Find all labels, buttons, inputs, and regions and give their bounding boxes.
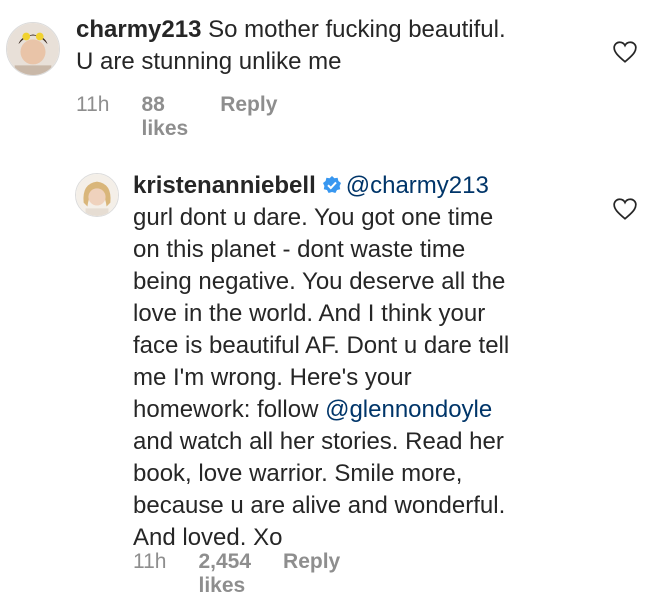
comment-text: U are stunning unlike me	[76, 48, 342, 75]
verified-badge-icon	[322, 176, 341, 193]
comment-meta: 11h 2,454 likes Reply	[133, 550, 340, 598]
comment-time: 11h	[76, 93, 110, 116]
comment-username[interactable]: kristenanniebell	[133, 172, 316, 199]
avatar-image	[7, 23, 59, 75]
heart-icon[interactable]	[612, 197, 638, 221]
comment-text: gurl dont u dare. You got one time	[133, 204, 494, 231]
comment-text: love in the world. And I think your	[133, 300, 486, 327]
reply-button[interactable]: Reply	[283, 550, 340, 598]
comment-text: face is beautiful AF. Dont u dare tell	[133, 332, 510, 359]
avatar[interactable]	[75, 173, 119, 217]
heart-icon[interactable]	[612, 40, 638, 64]
comment-text: because u are alive and wonderful.	[133, 492, 506, 519]
mention-link[interactable]: @charmy213	[346, 172, 489, 199]
avatar[interactable]	[6, 22, 60, 76]
comment-text: and watch all her stories. Read her	[133, 428, 504, 455]
comment-text: homework: follow	[133, 396, 326, 423]
avatar-image	[76, 174, 118, 216]
reply-button[interactable]: Reply	[220, 93, 277, 141]
comment-text: So mother fucking beautiful.	[208, 16, 506, 43]
comment-text: me I'm wrong. Here's your	[133, 364, 412, 391]
comment-likes[interactable]: 2,454 likes	[198, 550, 251, 598]
comment-time: 11h	[133, 550, 167, 573]
comment-meta: 11h 88 likes Reply	[76, 93, 277, 141]
comment-text: being negative. You deserve all the	[133, 268, 506, 295]
comment-likes[interactable]: 88 likes	[141, 93, 188, 141]
mention-link[interactable]: @glennondoyle	[325, 396, 492, 423]
comment-text: book, love warrior. Smile more,	[133, 460, 463, 487]
comment-username[interactable]: charmy213	[76, 16, 201, 43]
comment-text: on this planet - dont waste time	[133, 236, 466, 263]
